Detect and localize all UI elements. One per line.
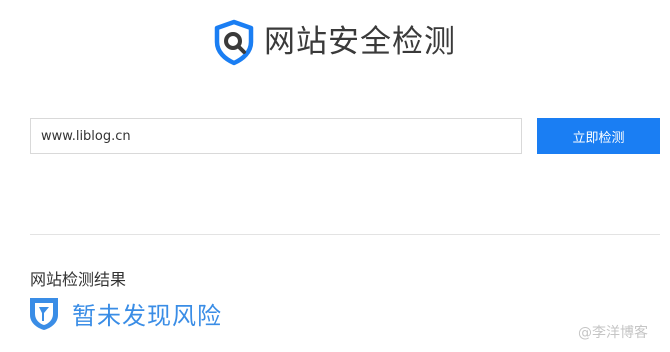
result-status-text: 暂未发现风险 [72,301,222,330]
search-row: 立即检测 [30,118,660,154]
url-input[interactable] [30,118,522,154]
result-heading: 网站检测结果 [30,270,127,289]
shield-check-icon [30,298,58,330]
result-status: 暂未发现风险 [28,295,222,331]
header: 网站安全检测 [210,18,456,66]
divider [30,234,660,235]
watermark: @李洋博客 [578,325,648,341]
shield-search-icon [214,19,254,66]
page-title: 网站安全检测 [264,24,456,60]
check-now-button[interactable]: 立即检测 [537,118,660,154]
